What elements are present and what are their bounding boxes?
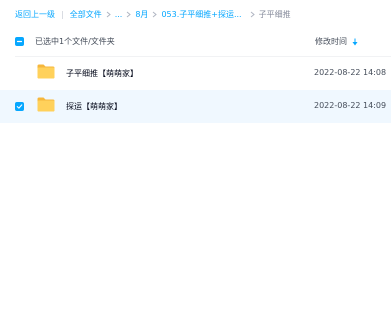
file-row[interactable]: 子平细推【萌萌家】 2022-08-22 14:08 [0, 57, 391, 90]
file-name[interactable]: 探运【萌萌家】 [66, 101, 122, 112]
breadcrumb-all-files[interactable]: 全部文件 [70, 9, 102, 20]
file-name[interactable]: 子平细推【萌萌家】 [66, 68, 138, 79]
breadcrumb-current: 子平细推 [258, 9, 291, 19]
file-modified-time: 2022-08-22 14:08 [314, 68, 387, 77]
chevron-right-icon [126, 11, 132, 18]
list-header: 已选中1个文件/文件夹 修改时间 [0, 31, 391, 53]
back-link[interactable]: 返回上一级 [15, 9, 55, 20]
modified-column-header[interactable]: 修改时间 [315, 36, 358, 47]
chevron-right-icon [152, 11, 158, 18]
breadcrumb: 返回上一级 | 全部文件 ... 8月 053.子平细推+探运... 子平细推 [15, 7, 291, 21]
chevron-right-icon [250, 11, 255, 18]
chevron-right-icon [106, 11, 111, 18]
selection-status: 已选中1个文件/文件夹 [35, 37, 115, 46]
file-row[interactable]: 探运【萌萌家】 2022-08-22 14:09 [0, 90, 391, 123]
folder-icon [37, 97, 55, 112]
modified-column-label: 修改时间 [315, 37, 347, 46]
sort-descending-icon [352, 38, 358, 45]
breadcrumb-item-053[interactable]: 053.子平细推+探运... [161, 9, 241, 20]
minus-icon [16, 40, 23, 43]
file-modified-time: 2022-08-22 14:09 [314, 101, 387, 110]
row-checkbox[interactable] [15, 102, 24, 111]
folder-icon [37, 64, 55, 79]
breadcrumb-divider: | [61, 9, 64, 19]
breadcrumb-item-august[interactable]: 8月 [135, 9, 148, 20]
check-icon [16, 104, 23, 109]
breadcrumb-ellipsis[interactable]: ... [115, 10, 123, 19]
select-all-checkbox[interactable] [15, 37, 24, 46]
